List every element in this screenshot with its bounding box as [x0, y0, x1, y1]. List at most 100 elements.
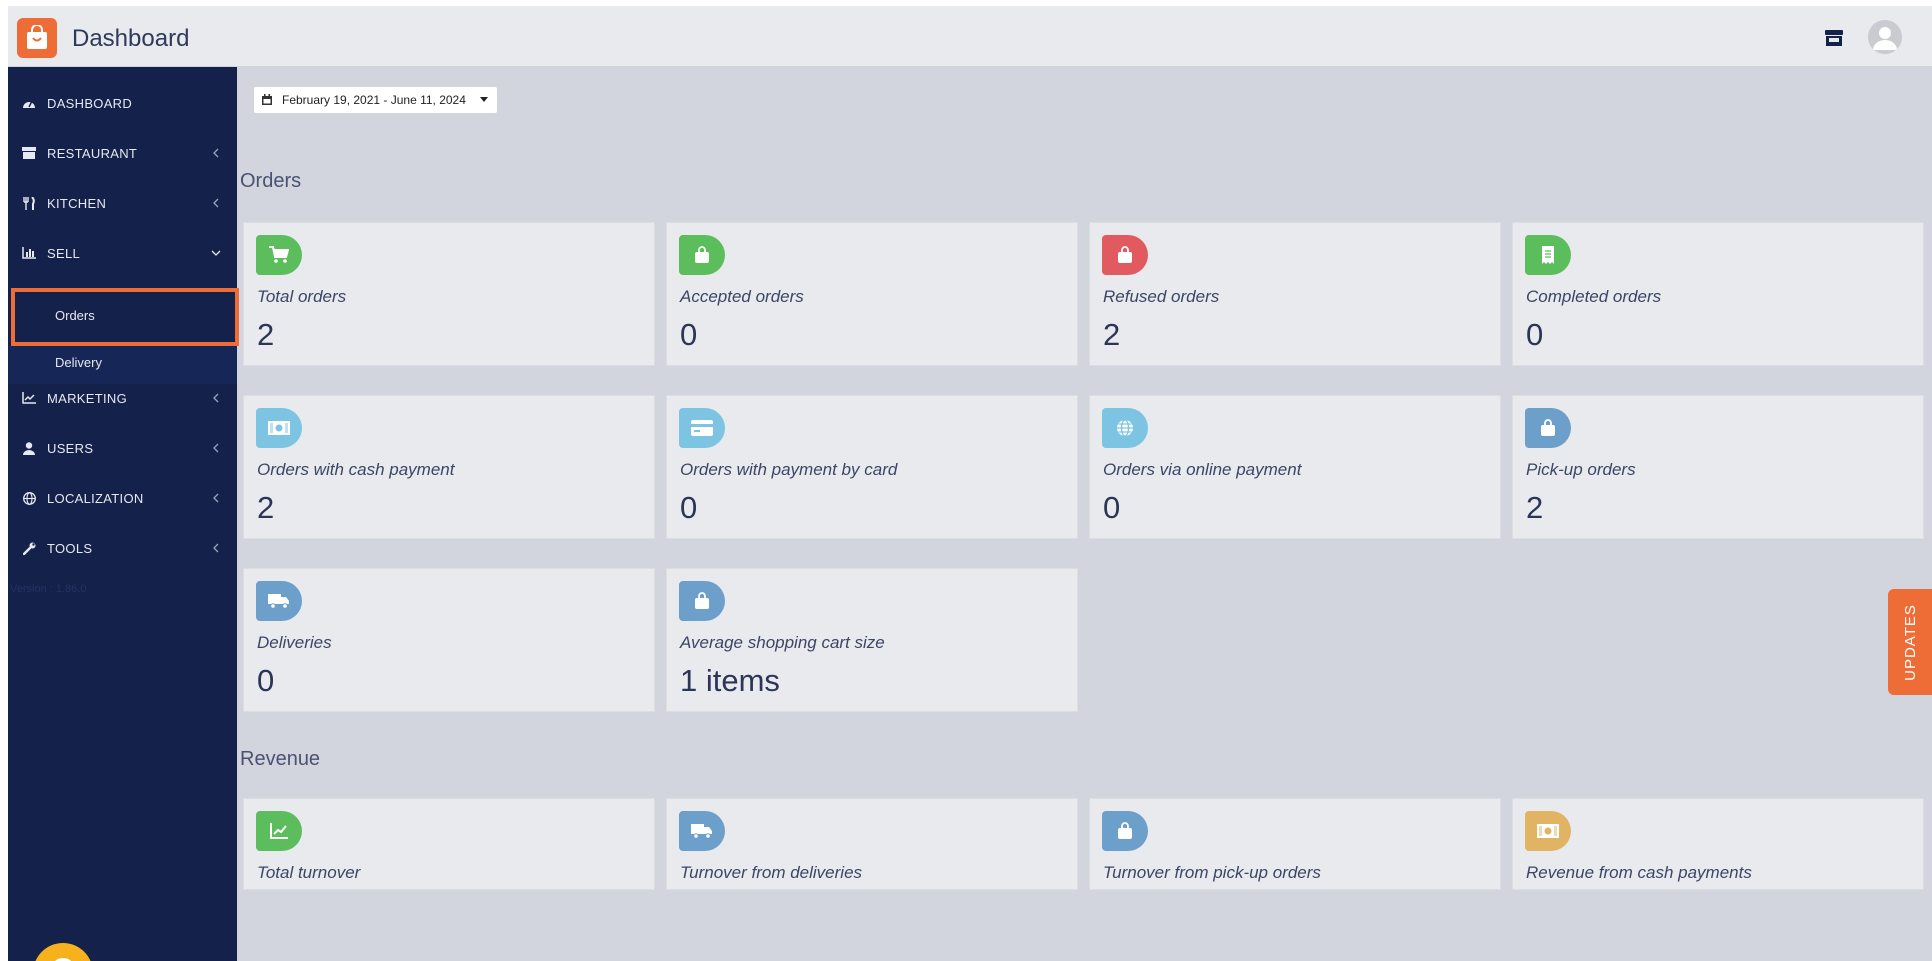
sidebar-item-label: DASHBOARD	[47, 95, 133, 111]
user-avatar[interactable]	[1868, 20, 1902, 54]
stat-card-card-payment: Orders with payment by card 0	[666, 395, 1078, 539]
stat-card-avg-cart-size: Average shopping cart size 1 items	[666, 568, 1078, 712]
main-content: February 19, 2021 - June 11, 2024 Orders…	[237, 67, 1932, 961]
page-title: Dashboard	[72, 25, 190, 52]
version-text: Version : 1.86.0	[10, 583, 87, 595]
sidebar-item-label: RESTAURANT	[47, 145, 138, 161]
stat-card-pickup-orders: Pick-up orders 2	[1512, 395, 1924, 539]
sidebar-item-kitchen[interactable]: KITCHEN	[8, 183, 237, 223]
sidebar-item-label: MARKETING	[47, 390, 127, 406]
credit-card-icon	[679, 408, 725, 448]
stat-card-refused-orders: Refused orders 2	[1089, 222, 1501, 366]
stat-value: 2	[1103, 317, 1121, 352]
chevron-left-icon	[213, 198, 219, 208]
sidebar-subitem-label: Delivery	[55, 355, 102, 370]
stat-value: 0	[680, 490, 698, 525]
app-logo[interactable]	[17, 18, 57, 58]
stat-label: Average shopping cart size	[680, 633, 885, 652]
sidebar-item-sell[interactable]: SELL	[8, 233, 237, 273]
stat-value: 2	[1526, 490, 1544, 525]
cash-icon	[256, 408, 302, 448]
truck-icon	[679, 811, 725, 851]
revenue-card-cash: Revenue from cash payments	[1512, 798, 1924, 890]
section-title-revenue: Revenue	[240, 748, 321, 770]
revenue-card-pickup: Turnover from pick-up orders	[1089, 798, 1501, 890]
globe-icon	[1102, 408, 1148, 448]
cart-icon	[256, 235, 302, 275]
stat-card-deliveries: Deliveries 0	[243, 568, 655, 712]
sidebar-item-label: USERS	[47, 440, 94, 456]
stat-label: Revenue from cash payments	[1526, 863, 1752, 882]
store-icon[interactable]	[1824, 29, 1844, 47]
section-title-orders: Orders	[240, 170, 302, 192]
stat-label: Accepted orders	[680, 287, 804, 306]
bag-icon	[1525, 408, 1571, 448]
utensils-icon	[21, 195, 37, 211]
chevron-down-icon	[211, 250, 221, 256]
sidebar-subitem-label: Orders	[55, 308, 95, 323]
sidebar-item-dashboard[interactable]: DASHBOARD	[8, 83, 237, 123]
sidebar-item-localization[interactable]: LOCALIZATION	[8, 478, 237, 518]
stat-value: 0	[680, 317, 698, 352]
dashboard-icon	[21, 95, 37, 111]
app-window: Dashboard DASHBOARD RESTAURANT KITCHEN S…	[8, 6, 1932, 961]
caret-down-icon	[480, 97, 488, 102]
stat-label: Total turnover	[257, 863, 361, 882]
calendar-icon	[262, 94, 272, 105]
sidebar-item-label: KITCHEN	[47, 195, 107, 211]
date-range-text: February 19, 2021 - June 11, 2024	[282, 93, 466, 107]
stat-label: Pick-up orders	[1526, 460, 1636, 479]
stat-label: Orders via online payment	[1103, 460, 1302, 479]
revenue-card-total-turnover: Total turnover	[243, 798, 655, 890]
stat-label: Total orders	[257, 287, 347, 306]
user-icon	[21, 440, 37, 456]
stat-value: 2	[257, 317, 275, 352]
stat-value: 0	[1526, 317, 1544, 352]
stat-label: Turnover from pick-up orders	[1103, 863, 1321, 882]
stat-card-total-orders: Total orders 2	[243, 222, 655, 366]
sidebar-item-restaurant[interactable]: RESTAURANT	[8, 133, 237, 173]
stat-card-completed-orders: Completed orders 0	[1512, 222, 1924, 366]
top-bar: Dashboard	[8, 6, 1932, 67]
store-icon	[21, 145, 37, 161]
cash-icon	[1525, 811, 1571, 851]
bag-icon	[679, 235, 725, 275]
stat-label: Turnover from deliveries	[680, 863, 863, 882]
line-chart-icon	[256, 811, 302, 851]
wrench-icon	[21, 540, 37, 556]
bag-icon	[1102, 235, 1148, 275]
bag-icon	[679, 581, 725, 621]
stat-card-cash-payment: Orders with cash payment 2	[243, 395, 655, 539]
sidebar-item-marketing[interactable]: MARKETING	[8, 378, 237, 418]
chevron-left-icon	[213, 543, 219, 553]
chevron-left-icon	[213, 443, 219, 453]
revenue-card-deliveries: Turnover from deliveries	[666, 798, 1078, 890]
date-range-picker[interactable]: February 19, 2021 - June 11, 2024	[254, 87, 497, 113]
chevron-left-icon	[213, 493, 219, 503]
question-icon: ?	[51, 951, 75, 961]
updates-tab[interactable]: UPDATES	[1888, 589, 1932, 695]
stat-label: Completed orders	[1526, 287, 1662, 306]
stat-label: Orders with cash payment	[257, 460, 455, 479]
chevron-left-icon	[213, 148, 219, 158]
receipt-icon	[1525, 235, 1571, 275]
sidebar-subitem-orders[interactable]: Orders	[11, 288, 239, 346]
sidebar-item-users[interactable]: USERS	[8, 428, 237, 468]
stat-card-accepted-orders: Accepted orders 0	[666, 222, 1078, 366]
stat-label: Deliveries	[257, 633, 332, 652]
line-chart-icon	[21, 390, 37, 406]
bar-chart-icon	[21, 245, 37, 261]
updates-label: UPDATES	[1901, 603, 1919, 681]
help-button[interactable]: ?	[33, 943, 93, 961]
stat-label: Refused orders	[1103, 287, 1220, 306]
stat-label: Orders with payment by card	[680, 460, 898, 479]
sidebar: DASHBOARD RESTAURANT KITCHEN SELL Orders	[8, 67, 239, 961]
sidebar-item-tools[interactable]: TOOLS	[8, 528, 237, 568]
chevron-left-icon	[213, 393, 219, 403]
stat-value: 0	[1103, 490, 1121, 525]
globe-icon	[21, 490, 37, 506]
stat-value: 0	[257, 663, 275, 698]
sidebar-item-label: SELL	[47, 245, 81, 261]
stat-value: 2	[257, 490, 275, 525]
truck-icon	[256, 581, 302, 621]
